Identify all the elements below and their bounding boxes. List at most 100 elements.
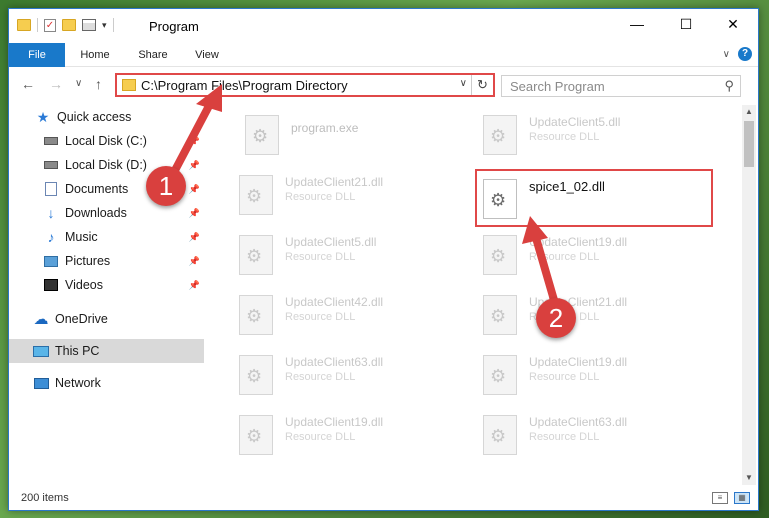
pin-icon[interactable]: 📌	[189, 280, 200, 291]
dll-file-icon: ⚙	[239, 175, 273, 215]
sidebar-item-videos[interactable]: Videos 📌	[9, 273, 204, 297]
executable-icon: ⚙	[245, 115, 279, 155]
list-item[interactable]: ⚙ UpdateClient19.dll Resource DLL	[483, 229, 713, 283]
tab-share[interactable]: Share	[131, 43, 175, 67]
back-arrow-icon[interactable]: ←	[21, 76, 35, 92]
up-arrow-icon[interactable]: ↑	[95, 76, 102, 92]
pin-icon[interactable]: 📌	[189, 184, 200, 195]
address-bar[interactable]: C:\Program Files\Program Directory ∨ ↻	[115, 73, 495, 97]
sidebar-item-local-disk-c[interactable]: Local Disk (C:) 📌	[9, 129, 204, 153]
chevron-down-icon[interactable]: ∨	[460, 78, 467, 89]
sidebar-item-this-pc[interactable]: This PC	[9, 339, 204, 363]
sidebar-item-label: This PC	[55, 344, 100, 358]
sidebar-item-label: Videos	[65, 278, 103, 292]
search-input[interactable]: Search Program ⚲	[501, 75, 741, 97]
file-name: UpdateClient5.dll	[529, 115, 621, 129]
pin-icon[interactable]: 📌	[189, 136, 200, 147]
list-item[interactable]: ⚙ UpdateClient63.dll Resource DLL	[483, 409, 713, 463]
file-name: UpdateClient19.dll	[529, 235, 628, 249]
file-type: Resource DLL	[529, 371, 600, 383]
dll-file-icon: ⚙	[483, 295, 517, 335]
chevron-down-icon[interactable]: ▾	[102, 20, 107, 31]
pin-icon[interactable]: 📌	[189, 232, 200, 243]
list-item[interactable]: ⚙ UpdateClient19.dll Resource DLL	[483, 349, 713, 403]
file-type: Resource DLL	[285, 251, 356, 263]
address-path[interactable]: C:\Program Files\Program Directory	[141, 78, 348, 93]
title-bar: ✓ ▾ Program — ☐ ✕	[9, 9, 758, 43]
dll-file-icon: ⚙	[239, 295, 273, 335]
file-type: Resource DLL	[529, 251, 600, 263]
list-item[interactable]: ⚙ UpdateClient5.dll Resource DLL	[239, 229, 469, 283]
star-icon: ★	[36, 108, 50, 125]
vertical-scrollbar[interactable]: ▲ ▼	[742, 105, 756, 485]
navigation-bar: ← → ∨ ↑ C:\Program Files\Program Directo…	[9, 69, 758, 101]
scroll-down-icon[interactable]: ▼	[742, 471, 756, 485]
list-item[interactable]: ⚙ program.exe	[245, 109, 475, 163]
file-type: Resource DLL	[285, 191, 356, 203]
sidebar-item-label: Pictures	[65, 254, 111, 268]
maximize-button[interactable]: ☐	[663, 9, 709, 39]
sidebar-item-pictures[interactable]: Pictures 📌	[9, 249, 204, 273]
list-item[interactable]: ⚙ UpdateClient21.dll Resource DLL	[239, 169, 469, 223]
large-icons-view-icon[interactable]: ▦	[734, 492, 750, 504]
file-name: program.exe	[291, 121, 359, 135]
scroll-thumb[interactable]	[744, 121, 754, 167]
tab-home[interactable]: Home	[73, 43, 117, 67]
dll-file-icon: ⚙	[483, 115, 517, 155]
onedrive-icon: ☁	[33, 311, 49, 328]
pin-icon[interactable]: 📌	[189, 256, 200, 267]
list-item[interactable]: ⚙ UpdateClient19.dll Resource DLL	[239, 409, 469, 463]
pictures-icon	[43, 254, 59, 268]
ribbon-expand-icon[interactable]: ∨	[723, 49, 730, 60]
toolbar-separator	[37, 18, 38, 32]
view-switcher: ≡ ▦	[712, 492, 750, 504]
callout-2: 2	[536, 298, 576, 338]
list-item[interactable]: ⚙ UpdateClient5.dll Resource DLL	[483, 109, 713, 163]
tab-view[interactable]: View	[187, 43, 227, 67]
details-view-icon[interactable]: ≡	[712, 492, 728, 504]
close-button[interactable]: ✕	[710, 9, 756, 39]
properties-icon[interactable]	[82, 19, 96, 31]
sidebar-item-label: Documents	[65, 182, 129, 196]
properties-check-icon[interactable]: ✓	[44, 18, 56, 32]
forward-arrow-icon[interactable]: →	[49, 76, 63, 92]
file-name: UpdateClient63.dll	[285, 355, 384, 369]
new-folder-icon[interactable]	[62, 19, 76, 31]
documents-icon	[43, 182, 59, 196]
search-placeholder: Search Program	[510, 79, 605, 94]
file-type: Resource DLL	[285, 311, 356, 323]
dll-file-icon: ⚙	[239, 415, 273, 455]
dll-file-icon: ⚙	[239, 355, 273, 395]
sidebar-item-onedrive[interactable]: ☁ OneDrive	[9, 307, 204, 331]
search-icon[interactable]: ⚲	[724, 78, 734, 94]
sidebar-item-label: Downloads	[65, 206, 127, 220]
sidebar-item-downloads[interactable]: ↓ Downloads 📌	[9, 201, 204, 225]
file-name: UpdateClient63.dll	[529, 415, 628, 429]
help-icon[interactable]: ?	[738, 47, 752, 61]
list-item[interactable]: ⚙ UpdateClient42.dll Resource DLL	[239, 289, 469, 343]
file-type: Resource DLL	[529, 431, 600, 443]
navigation-pane: ★ Quick access Local Disk (C:) 📌 Local D…	[9, 105, 204, 485]
file-list: ⚙ program.exe ⚙ UpdateClient5.dll Resour…	[225, 105, 735, 485]
sidebar-item-network[interactable]: Network	[9, 371, 204, 395]
refresh-icon[interactable]: ↻	[471, 75, 493, 95]
status-bar: 200 items ≡ ▦	[9, 488, 758, 510]
pin-icon[interactable]: 📌	[189, 208, 200, 219]
disk-icon	[43, 158, 59, 172]
recent-locations-icon[interactable]: ∨	[75, 78, 82, 89]
minimize-button[interactable]: —	[614, 9, 660, 39]
sidebar-item-label: Local Disk (C:)	[65, 134, 147, 148]
sidebar-item-quick-access[interactable]: ★ Quick access	[9, 105, 204, 129]
disk-icon	[43, 134, 59, 148]
folder-icon[interactable]	[17, 19, 31, 31]
tab-file[interactable]: File	[9, 43, 65, 67]
list-item[interactable]: ⚙ UpdateClient21.dll Resource DLL	[483, 289, 713, 343]
list-item[interactable]: ⚙ UpdateClient63.dll Resource DLL	[239, 349, 469, 403]
dll-file-icon: ⚙	[483, 415, 517, 455]
scroll-up-icon[interactable]: ▲	[742, 105, 756, 119]
sidebar-item-music[interactable]: ♪ Music 📌	[9, 225, 204, 249]
ribbon-controls: ∨ ?	[723, 47, 752, 61]
pin-icon[interactable]: 📌	[189, 160, 200, 171]
downloads-icon: ↓	[47, 205, 55, 221]
file-type: Resource DLL	[285, 371, 356, 383]
